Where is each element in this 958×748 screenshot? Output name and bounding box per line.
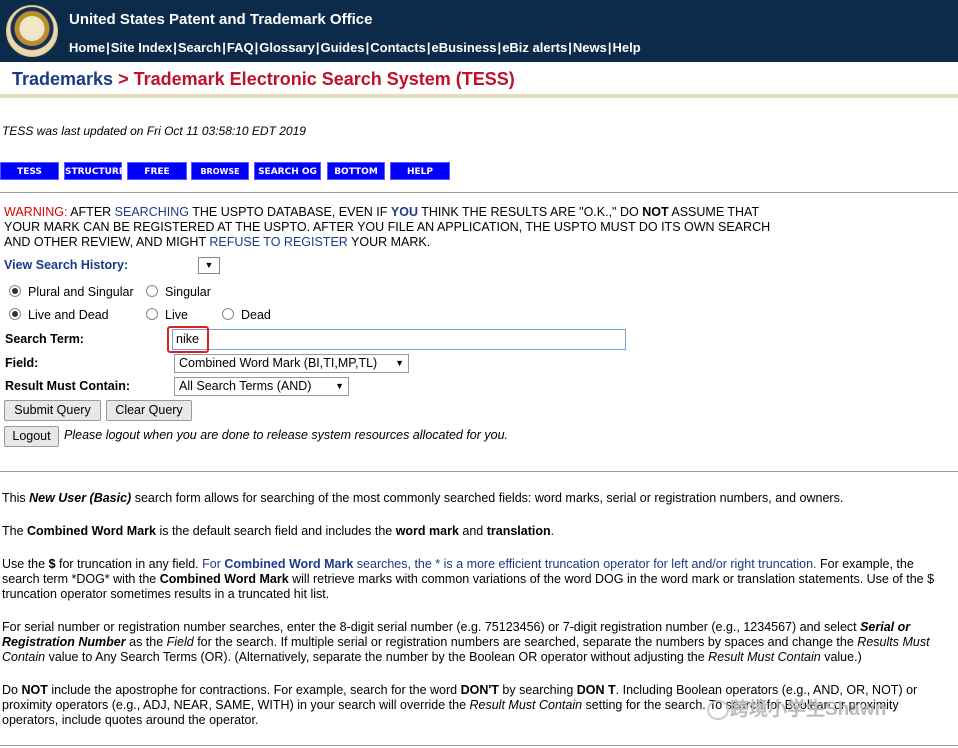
warning-notice: WARNING: AFTER SEARCHING THE USPTO DATAB…: [4, 205, 771, 249]
help-button[interactable]: HELP: [390, 162, 450, 180]
result-must-contain-select[interactable]: All Search Terms (AND) ▼: [174, 377, 349, 396]
dead-radio[interactable]: [222, 308, 234, 320]
help-paragraph-1: This New User (Basic) search form allows…: [2, 491, 844, 505]
org-title: United States Patent and Trademark Offic…: [69, 11, 373, 28]
breadcrumb: Trademarks > Trademark Electronic Search…: [12, 69, 515, 90]
site-header: United States Patent and Trademark Offic…: [0, 0, 958, 62]
nav-contacts[interactable]: Contacts: [370, 40, 426, 55]
singular-label: Singular: [165, 285, 211, 299]
nav-guides[interactable]: Guides: [321, 40, 365, 55]
page-title: Trademark Electronic Search System (TESS…: [133, 69, 515, 89]
watermark: 跨境小学生Shawn: [730, 699, 887, 720]
dead-label: Dead: [241, 308, 271, 322]
chevron-down-icon: ▼: [335, 381, 344, 391]
view-search-history-label: View Search History:: [4, 258, 129, 272]
nav-site-index[interactable]: Site Index: [111, 40, 172, 55]
structured-button[interactable]: STRUCTURED: [64, 162, 132, 180]
help-paragraph-4: For serial number or registration number…: [2, 620, 930, 664]
top-nav: Home|Site Index|Search|FAQ|Glossary|Guid…: [69, 40, 641, 55]
bottom-button[interactable]: BOTTOM: [327, 162, 385, 180]
breadcrumb-trademarks[interactable]: Trademarks: [12, 69, 113, 89]
live-radio[interactable]: [146, 308, 158, 320]
result-must-contain-label: Result Must Contain:: [5, 379, 130, 393]
live-and-dead-label: Live and Dead: [28, 308, 109, 322]
wechat-icon: [707, 700, 729, 720]
nav-news[interactable]: News: [573, 40, 607, 55]
live-label: Live: [165, 308, 188, 322]
result-must-contain-value: All Search Terms (AND): [179, 379, 312, 393]
field-label: Field:: [5, 356, 39, 370]
logout-note: Please logout when you are done to relea…: [64, 428, 509, 442]
live-and-dead-radio[interactable]: [9, 308, 21, 320]
highlight-box: [167, 326, 209, 353]
nav-help[interactable]: Help: [612, 40, 640, 55]
clear-query-button[interactable]: Clear Query: [106, 400, 192, 421]
divider: [0, 192, 958, 193]
uspto-seal-logo[interactable]: [6, 5, 58, 57]
nav-home[interactable]: Home: [69, 40, 105, 55]
divider: [0, 745, 958, 746]
field-select-value: Combined Word Mark (BI,TI,MP,TL): [179, 356, 378, 370]
logout-button[interactable]: Logout: [4, 426, 59, 447]
chevron-down-icon: ▼: [395, 358, 404, 368]
last-updated: TESS was last updated on Fri Oct 11 03:5…: [2, 124, 306, 138]
help-paragraph-2: The Combined Word Mark is the default se…: [2, 524, 555, 538]
tess-home-button[interactable]: TESS HOME: [0, 162, 59, 195]
nav-glossary[interactable]: Glossary: [259, 40, 315, 55]
header-divider: [0, 94, 958, 98]
warning-label: WARNING:: [4, 205, 68, 219]
divider: [0, 471, 958, 472]
field-select[interactable]: Combined Word Mark (BI,TI,MP,TL) ▼: [174, 354, 409, 373]
submit-query-button[interactable]: Submit Query: [4, 400, 101, 421]
nav-ebiz-alerts[interactable]: eBiz alerts: [502, 40, 567, 55]
plural-singular-label: Plural and Singular: [28, 285, 134, 299]
nav-search[interactable]: Search: [178, 40, 221, 55]
browse-dict-button[interactable]: BROWSE DICT: [191, 162, 249, 194]
search-term-label: Search Term:: [5, 332, 84, 346]
help-paragraph-3: Use the $ for truncation in any field. F…: [2, 557, 935, 601]
search-history-dropdown[interactable]: ▼: [198, 257, 220, 274]
nav-ebusiness[interactable]: eBusiness: [432, 40, 497, 55]
nav-faq[interactable]: FAQ: [227, 40, 254, 55]
breadcrumb-separator: >: [118, 69, 129, 89]
singular-radio[interactable]: [146, 285, 158, 297]
free-form-button[interactable]: FREE FORM: [127, 162, 187, 195]
search-og-button[interactable]: SEARCH OG: [254, 162, 321, 180]
search-term-input[interactable]: nike: [172, 329, 626, 350]
plural-singular-radio[interactable]: [9, 285, 21, 297]
